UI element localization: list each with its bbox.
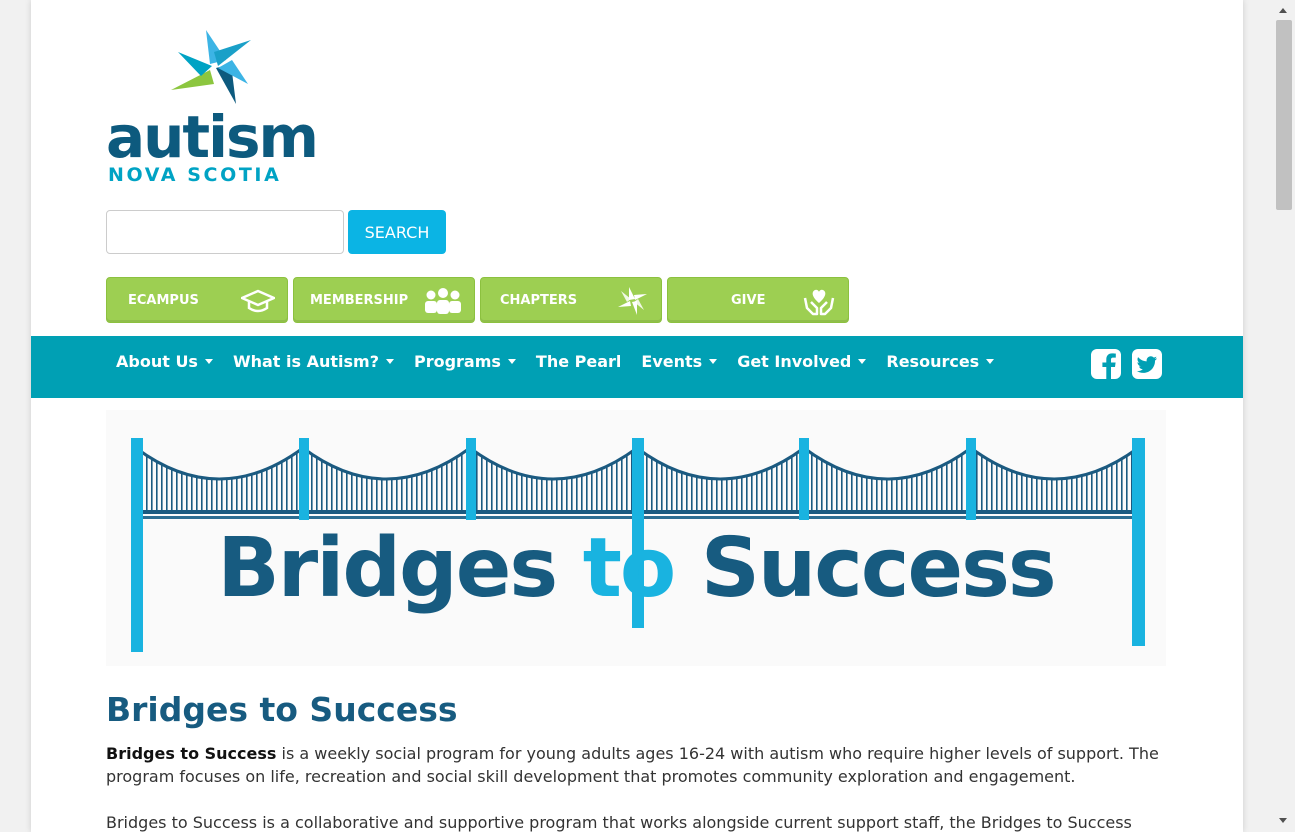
- nav-item-programs[interactable]: Programs: [414, 352, 516, 371]
- social-links: [1090, 348, 1163, 380]
- caret-down-icon: [858, 358, 867, 364]
- banner-title-highlight: to: [582, 521, 677, 616]
- intro-paragraph: Bridges to Success is a weekly social pr…: [106, 742, 1176, 788]
- main-navbar: About Us What is Autism? Programs The Pe…: [31, 336, 1243, 398]
- nav-item-get-involved[interactable]: Get Involved: [737, 351, 867, 371]
- nav-item-label: Events: [641, 351, 703, 371]
- pinwheel-logo-icon: [171, 30, 251, 104]
- nav-item-label: What is Autism?: [232, 351, 379, 371]
- scroll-up-icon[interactable]: [1279, 8, 1287, 13]
- search-button[interactable]: SEARCH: [348, 210, 446, 254]
- nav-item-label: About Us: [116, 351, 198, 371]
- scroll-down-icon[interactable]: [1279, 818, 1287, 823]
- search-input[interactable]: [106, 210, 344, 254]
- quick-links: ECAMPUS MEMBERSHIP CHAPTERS GIVE: [106, 277, 849, 323]
- caret-down-icon: [204, 358, 213, 364]
- nav-item-label: Programs: [413, 351, 501, 371]
- banner-title: Bridges to Success: [106, 528, 1166, 610]
- nav-item-about-us[interactable]: About Us: [106, 352, 213, 371]
- caret-down-icon: [385, 358, 394, 364]
- quick-link-label: ECAMPUS: [128, 293, 199, 308]
- body-paragraph: Bridges to Success is a collaborative an…: [106, 813, 1132, 832]
- nav-item-what-is-autism[interactable]: What is Autism?: [233, 352, 394, 371]
- quick-link-membership[interactable]: MEMBERSHIP: [293, 277, 475, 323]
- intro-bold: Bridges to Success: [106, 744, 277, 763]
- nav-item-label: Resources: [886, 351, 980, 371]
- scroll-thumb[interactable]: [1276, 20, 1292, 210]
- page-title: Bridges to Success: [106, 690, 458, 729]
- quick-link-label: MEMBERSHIP: [310, 293, 409, 308]
- nav-item-label: The Pearl: [535, 351, 622, 371]
- site-logo[interactable]: autism NOVA SCOTIA: [106, 24, 319, 189]
- heart-hands-icon: [803, 289, 835, 316]
- quick-link-give[interactable]: GIVE: [667, 277, 849, 323]
- hero-banner: Bridges to Success: [106, 410, 1166, 666]
- page-scrollbar[interactable]: [1272, 0, 1295, 832]
- caret-down-icon: [507, 358, 516, 364]
- banner-title-part: Success: [674, 521, 1057, 616]
- quick-link-chapters[interactable]: CHAPTERS: [480, 277, 662, 323]
- logo-subtitle: NOVA SCOTIA: [108, 164, 282, 186]
- quick-link-label: CHAPTERS: [500, 293, 578, 308]
- graduation-cap-icon: [241, 289, 275, 313]
- twitter-icon[interactable]: [1131, 348, 1163, 380]
- people-icon: [425, 288, 461, 314]
- logo-wordmark: autism: [106, 103, 319, 171]
- caret-down-icon: [986, 358, 995, 364]
- facebook-icon[interactable]: [1090, 348, 1122, 380]
- nav-menu: About Us What is Autism? Programs The Pe…: [106, 336, 1014, 386]
- nav-item-label: Get Involved: [737, 351, 852, 371]
- nav-item-the-pearl[interactable]: The Pearl: [536, 352, 621, 371]
- banner-title-part: Bridges: [217, 521, 583, 616]
- nav-item-events[interactable]: Events: [641, 351, 718, 371]
- page: autism NOVA SCOTIA SEARCH ECAMPUS MEMBER…: [31, 0, 1243, 832]
- nav-item-resources[interactable]: Resources: [886, 351, 995, 371]
- pinwheel-icon: [618, 287, 647, 315]
- quick-link-label: GIVE: [731, 293, 766, 308]
- search-form: SEARCH: [106, 210, 446, 254]
- quick-link-ecampus[interactable]: ECAMPUS: [106, 277, 288, 323]
- caret-down-icon: [709, 358, 718, 364]
